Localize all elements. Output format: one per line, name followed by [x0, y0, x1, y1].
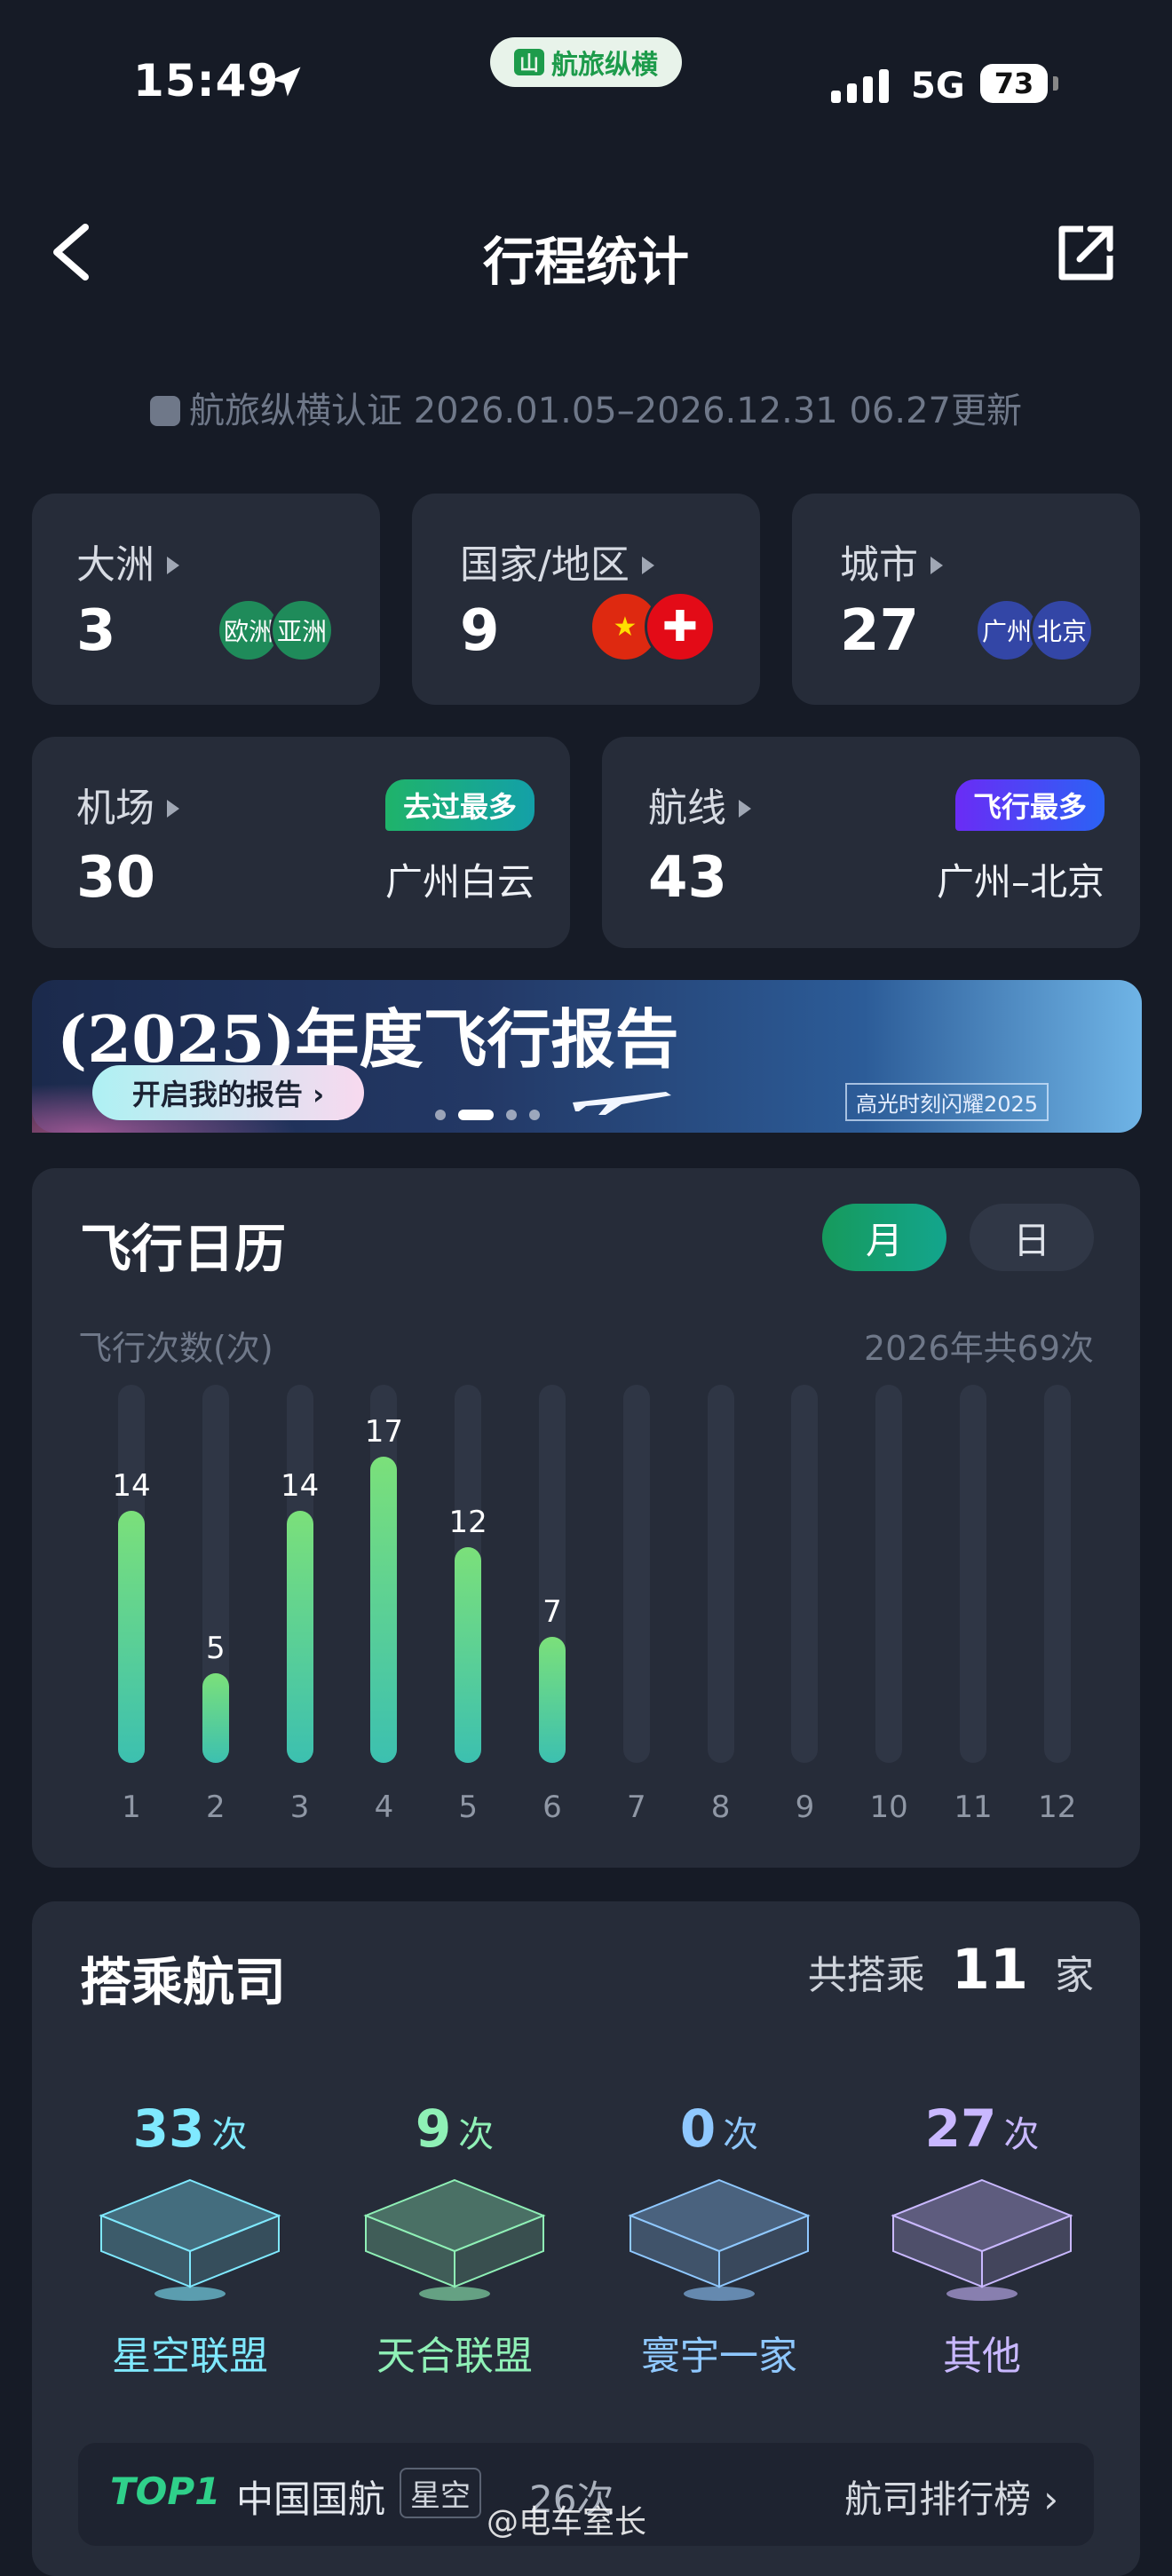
alliance-cube-icon — [891, 2178, 1073, 2301]
bar-value-label: 17 — [364, 1414, 404, 1450]
month-tick-label: 4 — [374, 1790, 394, 1825]
bar-value-label: 7 — [542, 1594, 562, 1630]
alliance-name: 寰宇一家 — [641, 2334, 797, 2379]
bar[interactable] — [370, 1457, 398, 1763]
alliance-count: 0次 — [679, 2098, 759, 2159]
bar[interactable] — [118, 1511, 145, 1763]
alliance-item[interactable]: 33 次星空联盟 — [83, 2086, 297, 2379]
alliance-cube-icon — [99, 2178, 281, 2301]
bar[interactable] — [286, 1511, 313, 1763]
month-tick-label: 1 — [122, 1790, 141, 1825]
bar-value-label: 14 — [280, 1468, 320, 1504]
bar-track — [960, 1385, 986, 1763]
alliance-count: 33 次 — [132, 2098, 248, 2159]
watermark: @电车室长 — [487, 2504, 647, 2540]
month-tick-label: 3 — [289, 1790, 310, 1825]
month-tick-label: 10 — [869, 1790, 908, 1825]
alliance-item[interactable]: 9 次天合联盟 — [348, 2086, 561, 2379]
total-suffix: 家 — [1055, 1953, 1094, 1998]
month-tick-label: 2 — [205, 1790, 226, 1825]
alliance-tag: 星空 — [400, 2468, 481, 2518]
rank-label: TOP1 — [110, 2469, 221, 2513]
airlines-title: 搭乘航司 — [80, 1952, 287, 2012]
bar-value-label: 5 — [205, 1630, 226, 1666]
bar-track — [1043, 1385, 1071, 1763]
ranking-link-label: 航司排行榜 — [844, 2477, 1032, 2521]
bar-track — [707, 1385, 734, 1763]
alliance-item[interactable]: 0 次寰宇一家 — [613, 2086, 826, 2379]
month-tick-label: 9 — [795, 1790, 815, 1825]
airlines-total: 共搭乘 11 家 — [808, 1937, 1094, 2002]
alliance-name: 星空联盟 — [112, 2334, 268, 2379]
bar-track — [622, 1385, 650, 1763]
month-tick-label: 11 — [954, 1790, 993, 1825]
bar-track — [875, 1385, 903, 1763]
total-prefix: 共搭乘 — [807, 1953, 925, 1998]
alliance-name: 其他 — [943, 2334, 1021, 2379]
alliance-count: 27 次 — [924, 2098, 1040, 2159]
month-tick-label: 12 — [1038, 1790, 1077, 1825]
monthly-flight-bar-chart: 14 1 5 2 14 3 17 4 12 5 7 6 7 8 9 10 11 12 — [0, 0, 1172, 1868]
bar-track — [791, 1385, 819, 1763]
bar[interactable] — [539, 1637, 566, 1763]
airline-ranking-link[interactable]: 航司排行榜 › — [844, 2469, 1058, 2524]
month-tick-label: 8 — [710, 1790, 731, 1825]
top-airline-name: 中国国航 — [236, 2477, 386, 2521]
bar[interactable] — [455, 1546, 482, 1763]
alliance-cube-icon — [628, 2178, 811, 2301]
month-tick-label: 7 — [626, 1790, 646, 1825]
alliance-name: 天合联盟 — [376, 2334, 533, 2379]
bar[interactable] — [202, 1672, 229, 1763]
alliance-count: 9次 — [415, 2098, 495, 2159]
alliance-item[interactable]: 27 次其他 — [875, 2086, 1089, 2379]
bar-value-label: 12 — [448, 1504, 487, 1540]
month-tick-label: 6 — [542, 1790, 562, 1825]
total-count: 11 — [951, 1937, 1028, 2002]
month-tick-label: 5 — [458, 1790, 478, 1825]
chevron-right-icon: › — [1043, 2477, 1058, 2521]
alliance-cube-icon — [363, 2178, 546, 2301]
bar-value-label: 14 — [112, 1468, 151, 1504]
